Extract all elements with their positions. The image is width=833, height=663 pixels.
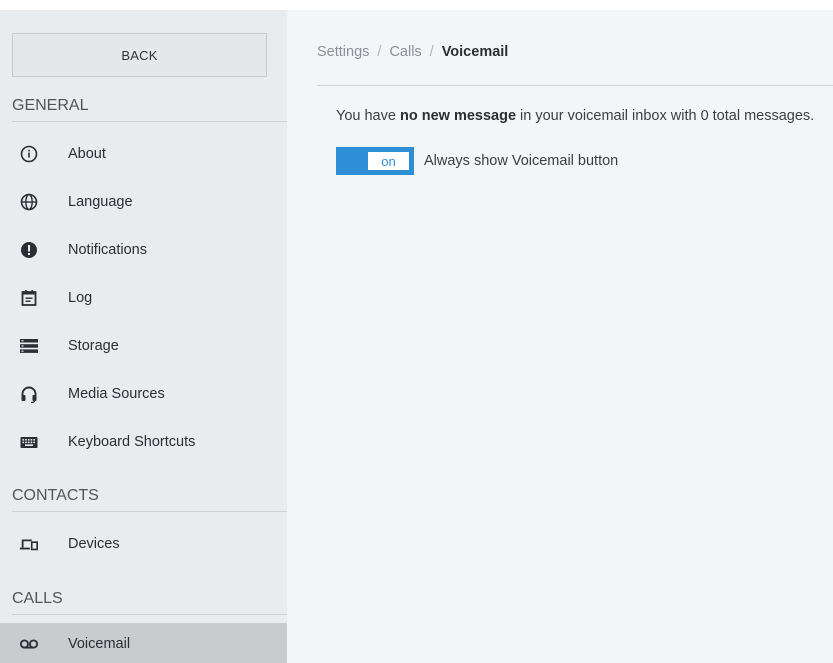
breadcrumb-separator: / [429,44,434,60]
storage-icon [19,336,39,356]
voicemail-button-toggle[interactable]: on [336,147,414,175]
sidebar-item-storage[interactable]: Storage [0,325,287,367]
sidebar-item-label: Notifications [68,242,147,258]
sidebar-item-label: Devices [68,536,120,552]
section-header-contacts: CONTACTS [12,480,287,512]
headphones-icon [19,384,39,404]
log-icon [19,288,39,308]
sidebar-item-label: Keyboard Shortcuts [68,434,196,450]
toggle-label: Always show Voicemail button [424,153,619,169]
sidebar-item-about[interactable]: About [0,133,287,175]
breadcrumb-settings[interactable]: Settings [317,44,369,60]
sidebar-item-notifications[interactable]: Notifications [0,229,287,271]
voicemail-status-message: You have no new message in your voicemai… [336,108,814,124]
voicemail-button-setting: on Always show Voicemail button [336,147,618,175]
breadcrumb: Settings / Calls / Voicemail [317,44,508,60]
sidebar-item-media-sources[interactable]: Media Sources [0,373,287,415]
main-content: Settings / Calls / Voicemail You have no… [287,10,833,663]
voicemail-icon [19,634,39,654]
breadcrumb-calls[interactable]: Calls [389,44,421,60]
breadcrumb-separator: / [377,44,382,60]
info-icon [19,144,39,164]
sidebar-item-devices[interactable]: Devices [0,523,287,565]
message-highlight: no new message [399,108,517,124]
sidebar-item-label: Voicemail [68,636,131,652]
keyboard-icon [19,432,39,452]
sidebar-item-label: About [68,146,106,162]
sidebar-item-label: Storage [68,338,119,354]
sidebar-item-label: Language [68,194,133,210]
alert-icon [19,240,39,260]
breadcrumb-current: Voicemail [441,44,509,60]
back-button[interactable]: BACK [12,33,267,77]
devices-icon [19,534,39,554]
globe-icon [19,192,39,212]
header-divider [317,85,833,86]
sidebar-item-label: Media Sources [68,386,165,402]
section-header-calls: CALLS [12,583,287,615]
sidebar-item-label: Log [68,290,93,306]
sidebar-item-log[interactable]: Log [0,277,287,319]
sidebar: BACK GENERAL About Language Notification… [0,10,287,663]
settings-window: BACK GENERAL About Language Notification… [0,10,833,663]
message-prefix: You have [336,108,400,124]
sidebar-item-keyboard-shortcuts[interactable]: Keyboard Shortcuts [0,421,287,463]
section-header-general: GENERAL [12,90,287,122]
sidebar-item-voicemail[interactable]: Voicemail [0,623,287,663]
toggle-state-label: on [368,152,409,170]
message-suffix: in your voicemail inbox with 0 total mes… [516,108,815,124]
sidebar-item-language[interactable]: Language [0,181,287,223]
